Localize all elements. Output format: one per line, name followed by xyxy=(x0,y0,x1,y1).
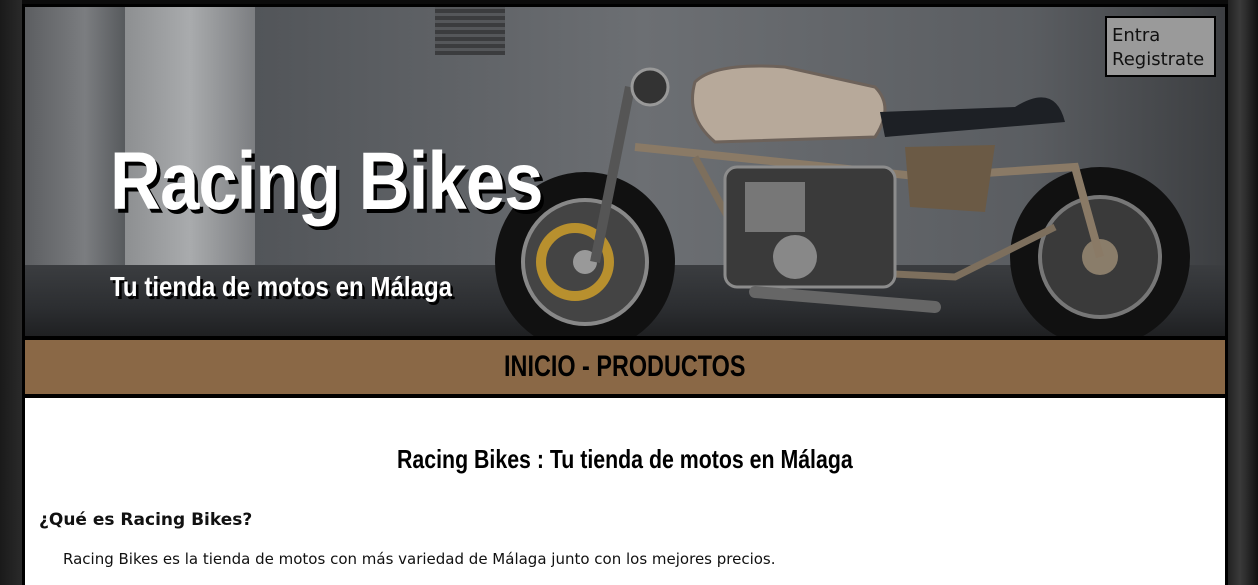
content-title: Racing Bikes : Tu tienda de motos en Mál… xyxy=(25,444,1225,475)
main-navigation: INICIO - PRODUCTOS xyxy=(25,338,1225,396)
site-title: Racing Bikes xyxy=(110,136,543,227)
account-box: Entra Registrate xyxy=(1105,16,1216,77)
register-link[interactable]: Registrate xyxy=(1112,48,1214,72)
main-content: Racing Bikes : Tu tienda de motos en Mál… xyxy=(25,398,1225,585)
page-background-right xyxy=(1228,0,1258,585)
section-paragraph: Racing Bikes es la tienda de motos con m… xyxy=(63,550,776,568)
header-banner: Racing Bikes Tu tienda de motos en Málag… xyxy=(25,7,1225,336)
nav-separator: - xyxy=(575,350,597,383)
page-background-left xyxy=(0,0,22,585)
login-link[interactable]: Entra xyxy=(1112,24,1214,48)
nav-products-link[interactable]: PRODUCTOS xyxy=(597,350,746,383)
nav-links: INICIO - PRODUCTOS xyxy=(504,350,745,384)
site-subtitle: Tu tienda de motos en Málaga xyxy=(110,271,453,302)
section-heading: ¿Qué es Racing Bikes? xyxy=(39,510,253,530)
nav-home-link[interactable]: INICIO xyxy=(504,350,576,383)
content-title-text: Racing Bikes : Tu tienda de motos en Mál… xyxy=(397,444,853,474)
